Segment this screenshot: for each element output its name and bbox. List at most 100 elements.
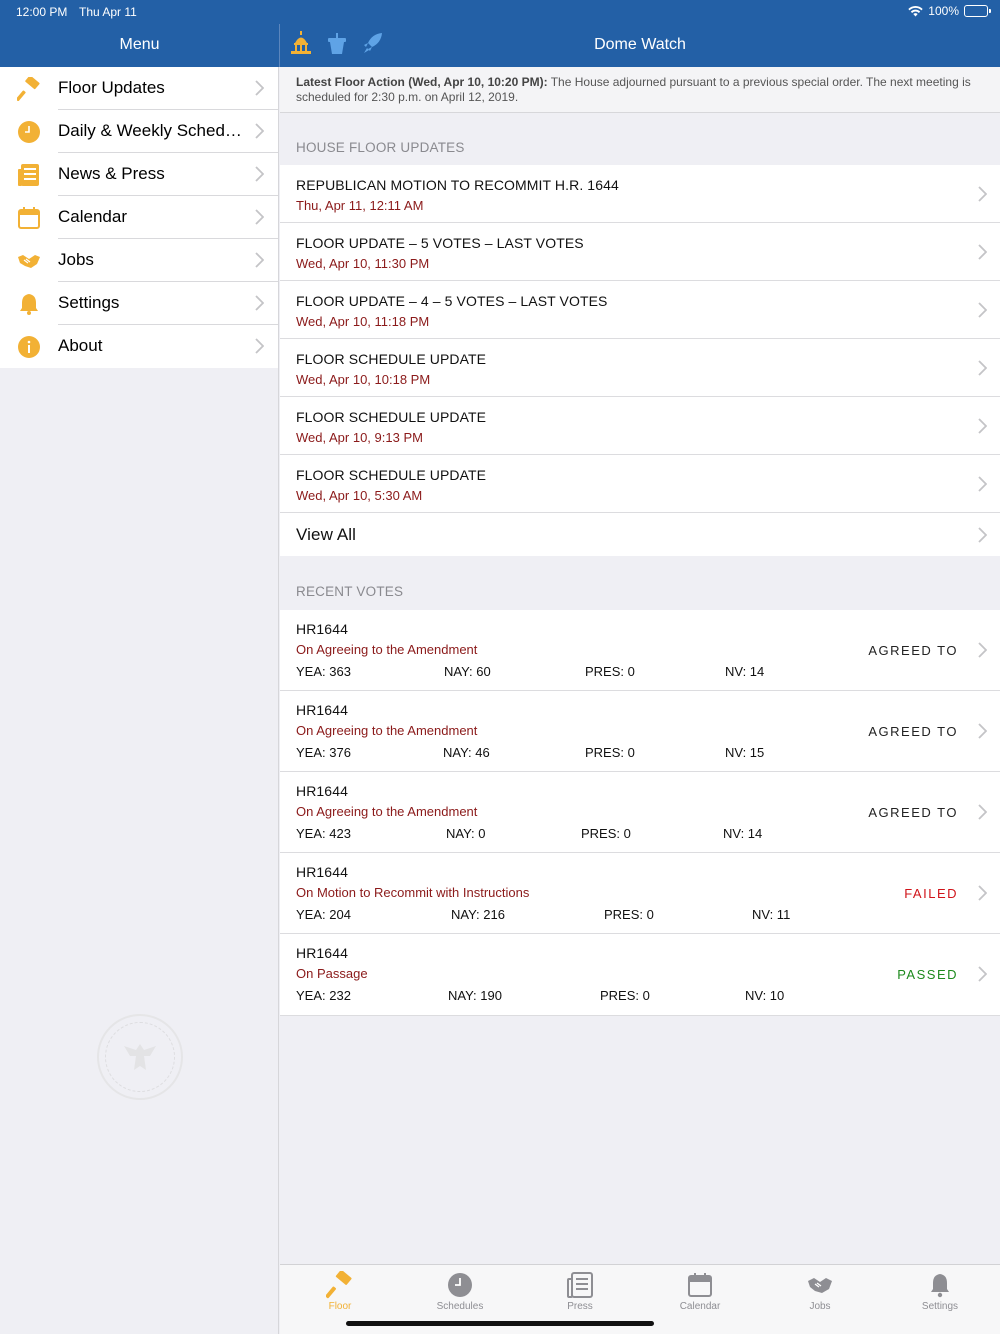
- vote-nv: NV: 14: [723, 826, 763, 841]
- status-date: Thu Apr 11: [79, 5, 137, 19]
- news-icon: [567, 1272, 593, 1298]
- sidebar-item-floor-updates[interactable]: Floor Updates: [0, 67, 278, 110]
- vote-nay: NAY: 216: [451, 907, 505, 922]
- update-title: FLOOR SCHEDULE UPDATE: [296, 467, 487, 483]
- wifi-icon: [908, 5, 923, 17]
- vote-row[interactable]: HR1644 On Agreeing to the Amendment AGRE…: [280, 610, 1000, 691]
- sidebar-item-calendar[interactable]: Calendar: [0, 196, 278, 239]
- vote-result: AGREED TO: [868, 643, 958, 658]
- floor-update-row[interactable]: FLOOR SCHEDULE UPDATE Wed, Apr 10, 5:30 …: [280, 455, 1000, 513]
- sidebar-item-label: Floor Updates: [58, 78, 165, 97]
- vote-question: On Passage: [296, 966, 368, 981]
- vote-result: AGREED TO: [868, 724, 958, 739]
- vote-yea: YEA: 363: [296, 664, 351, 679]
- vote-result: FAILED: [904, 886, 958, 901]
- top-bar: 12:00 PM Thu Apr 11 100% Menu Dome Watch: [0, 0, 1000, 67]
- chevron-right-icon: [978, 302, 987, 318]
- sidebar: Floor Updates Daily & Weekly Schedu... N…: [0, 67, 279, 1334]
- news-icon: [18, 164, 39, 186]
- floor-update-row[interactable]: REPUBLICAN MOTION TO RECOMMIT H.R. 1644 …: [280, 165, 1000, 223]
- info-icon: [18, 336, 40, 358]
- sidebar-item-about[interactable]: About: [0, 325, 278, 368]
- chevron-right-icon: [978, 244, 987, 260]
- vote-question: On Motion to Recommit with Instructions: [296, 885, 530, 900]
- vote-pres: PRES: 0: [600, 988, 650, 1003]
- vote-yea: YEA: 376: [296, 745, 351, 760]
- latest-floor-action: Latest Floor Action (Wed, Apr 10, 10:20 …: [280, 67, 1000, 113]
- sidebar-item-label: Settings: [58, 293, 120, 312]
- tab-settings[interactable]: Settings: [880, 1271, 1000, 1312]
- tab-label: Calendar: [679, 1301, 721, 1312]
- vote-question: On Agreeing to the Amendment: [296, 642, 478, 657]
- vote-row[interactable]: HR1644 On Passage PASSED YEA: 232 NAY: 1…: [280, 934, 1000, 1015]
- sidebar-item-jobs[interactable]: Jobs: [0, 239, 278, 282]
- battery-icon: [964, 5, 991, 17]
- vote-yea: YEA: 423: [296, 826, 351, 841]
- vote-nv: NV: 10: [745, 988, 785, 1003]
- floor-update-row[interactable]: FLOOR UPDATE – 5 VOTES – LAST VOTES Wed,…: [280, 223, 1000, 281]
- calendar-icon: [18, 207, 40, 229]
- floor-update-row[interactable]: FLOOR SCHEDULE UPDATE Wed, Apr 10, 10:18…: [280, 339, 1000, 397]
- vote-nay: NAY: 190: [448, 988, 502, 1003]
- chevron-right-icon: [978, 966, 987, 982]
- update-title: FLOOR SCHEDULE UPDATE: [296, 351, 487, 367]
- update-title: FLOOR SCHEDULE UPDATE: [296, 409, 487, 425]
- update-time: Wed, Apr 10, 9:13 PM: [296, 430, 423, 445]
- page-title: Dome Watch: [594, 36, 686, 53]
- sidebar-item-label: Jobs: [58, 250, 94, 269]
- vote-pres: PRES: 0: [581, 826, 631, 841]
- update-time: Wed, Apr 10, 5:30 AM: [296, 488, 423, 503]
- vote-result: AGREED TO: [868, 805, 958, 820]
- clock-icon: [18, 121, 40, 143]
- update-time: Wed, Apr 10, 11:30 PM: [296, 256, 430, 271]
- tab-floor[interactable]: Floor: [280, 1271, 400, 1312]
- vote-nay: NAY: 0: [446, 826, 486, 841]
- sidebar-item-news-press[interactable]: News & Press: [0, 153, 278, 196]
- vote-pres: PRES: 0: [604, 907, 654, 922]
- chevron-right-icon: [978, 723, 987, 739]
- vote-pres: PRES: 0: [585, 664, 635, 679]
- tab-press[interactable]: Press: [520, 1271, 640, 1312]
- chevron-right-icon: [978, 527, 987, 543]
- tab-label: Jobs: [809, 1301, 831, 1312]
- home-indicator[interactable]: [346, 1321, 654, 1326]
- vote-row[interactable]: HR1644 On Agreeing to the Amendment AGRE…: [280, 691, 1000, 772]
- tab-label: Schedules: [436, 1301, 484, 1312]
- sidebar-item-label: News & Press: [58, 164, 165, 183]
- vote-yea: YEA: 232: [296, 988, 351, 1003]
- vote-question: On Agreeing to the Amendment: [296, 723, 478, 738]
- vote-question: On Agreeing to the Amendment: [296, 804, 478, 819]
- vote-nv: NV: 14: [725, 664, 765, 679]
- bell-icon: [20, 294, 38, 315]
- vote-nay: NAY: 46: [443, 745, 490, 760]
- vote-bill: HR1644: [296, 702, 348, 718]
- update-time: Wed, Apr 10, 11:18 PM: [296, 314, 430, 329]
- sidebar-item-label: About: [58, 336, 103, 355]
- calendar-icon: [688, 1273, 712, 1297]
- chevron-right-icon: [255, 295, 264, 311]
- tab-label: Floor: [328, 1301, 352, 1312]
- vote-row[interactable]: HR1644 On Agreeing to the Amendment AGRE…: [280, 772, 1000, 853]
- chevron-right-icon: [978, 360, 987, 376]
- update-time: Thu, Apr 11, 12:11 AM: [296, 198, 424, 213]
- chevron-right-icon: [255, 123, 264, 139]
- view-all-button[interactable]: View All: [280, 513, 1000, 556]
- section-heading-floor-updates: HOUSE FLOOR UPDATES: [296, 140, 465, 155]
- chevron-right-icon: [978, 885, 987, 901]
- update-time: Wed, Apr 10, 10:18 PM: [296, 372, 431, 387]
- sidebar-item-schedules[interactable]: Daily & Weekly Schedu...: [0, 110, 278, 153]
- chevron-right-icon: [978, 186, 987, 202]
- tab-calendar[interactable]: Calendar: [640, 1271, 760, 1312]
- chevron-right-icon: [255, 338, 264, 354]
- floor-update-row[interactable]: FLOOR UPDATE – 4 – 5 VOTES – LAST VOTES …: [280, 281, 1000, 339]
- floor-update-row[interactable]: FLOOR SCHEDULE UPDATE Wed, Apr 10, 9:13 …: [280, 397, 1000, 455]
- tab-schedules[interactable]: Schedules: [400, 1271, 520, 1312]
- sidebar-item-label: Daily & Weekly Schedu...: [58, 121, 248, 140]
- vote-result: PASSED: [897, 967, 958, 982]
- vote-bill: HR1644: [296, 621, 348, 637]
- vote-row[interactable]: HR1644 On Motion to Recommit with Instru…: [280, 853, 1000, 934]
- sidebar-item-settings[interactable]: Settings: [0, 282, 278, 325]
- chevron-right-icon: [978, 642, 987, 658]
- tab-jobs[interactable]: Jobs: [760, 1271, 880, 1312]
- house-seal-logo: [97, 1014, 183, 1100]
